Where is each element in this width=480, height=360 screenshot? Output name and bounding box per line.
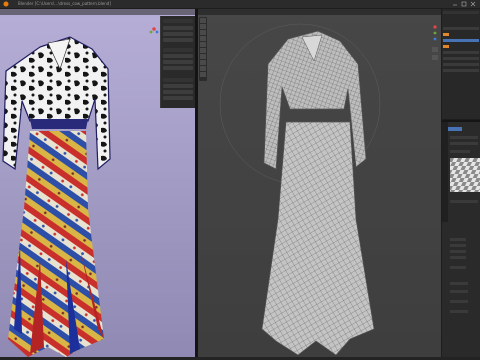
outliner-selected-row[interactable] xyxy=(443,39,479,42)
title-bar: Blender [C:\Users\...\dress_cow_pattern.… xyxy=(0,0,480,8)
window-title: Blender [C:\Users\...\dress_cow_pattern.… xyxy=(18,1,111,6)
navigation-gizmo-icon[interactable] xyxy=(148,23,160,35)
sidebar-n-panel[interactable] xyxy=(160,16,195,108)
dress-wireframe xyxy=(219,23,381,356)
maximize-button[interactable] xyxy=(461,1,467,7)
minimize-button[interactable] xyxy=(452,1,458,7)
viewport-wireframe[interactable] xyxy=(198,9,441,357)
active-properties-tab[interactable] xyxy=(448,127,462,131)
material-preview-checker xyxy=(450,158,480,192)
viewport-material-preview[interactable] xyxy=(0,9,195,357)
outliner-panel[interactable] xyxy=(442,9,480,119)
properties-tabs[interactable] xyxy=(442,122,448,222)
close-button[interactable] xyxy=(470,1,476,7)
blender-logo-icon xyxy=(3,1,9,7)
